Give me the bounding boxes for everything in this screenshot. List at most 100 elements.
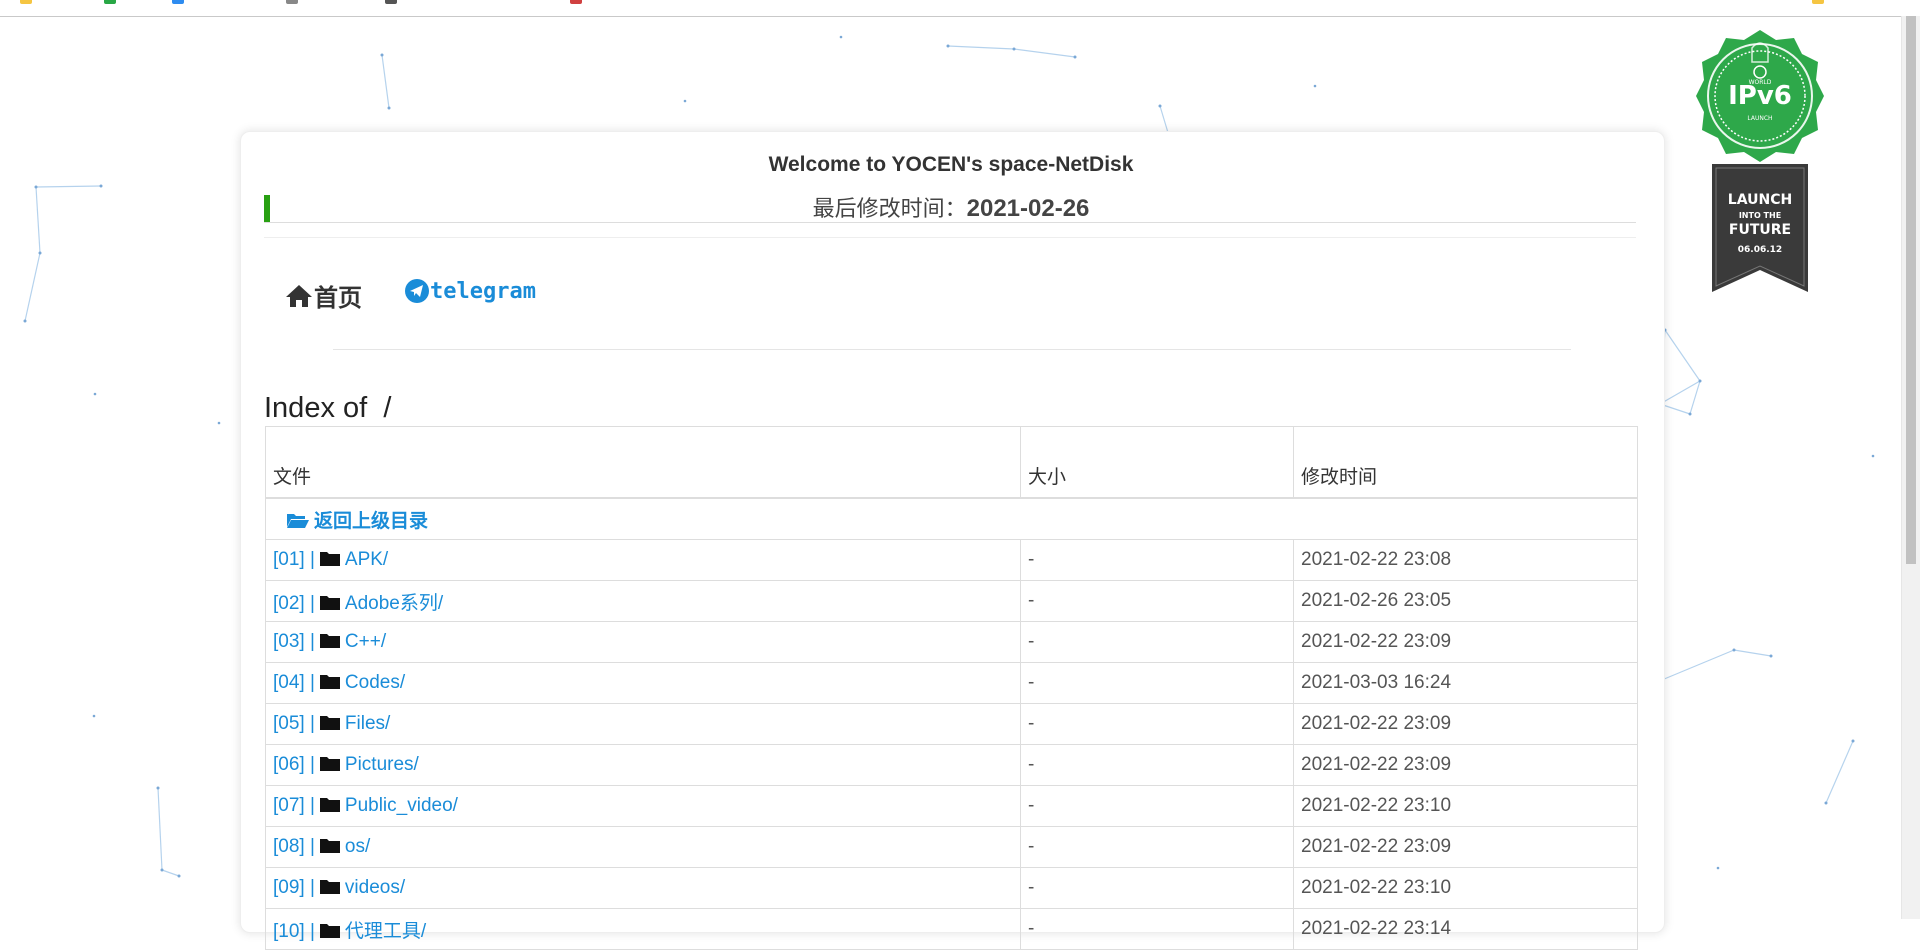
table-row[interactable]: [10] | 代理工具/ -2021-02-22 23:14 [265, 908, 1638, 950]
file-name: os/ [344, 836, 371, 857]
file-link[interactable]: [01] | APK/ [273, 549, 388, 570]
table-row[interactable]: [01] | APK/ -2021-02-22 23:08 [265, 539, 1638, 581]
file-name-cell[interactable]: [09] | videos/ [265, 867, 1021, 909]
last-modified-label: 最后修改时间： [812, 196, 967, 221]
folder-open-icon [287, 513, 309, 528]
parent-directory-label: 返回上级目录 [314, 510, 429, 532]
file-modified: 2021-02-22 23:10 [1293, 785, 1638, 827]
file-name: 代理工具/ [344, 920, 427, 942]
nav-telegram-link[interactable]: telegram [404, 278, 536, 304]
file-index: [03] | [273, 631, 315, 652]
nav-telegram-label: telegram [430, 278, 536, 304]
file-size: - [1020, 580, 1294, 622]
file-name: videos/ [344, 877, 406, 898]
file-modified: 2021-02-22 23:09 [1293, 744, 1638, 786]
file-size: - [1020, 539, 1294, 581]
file-size: - [1020, 867, 1294, 909]
home-icon [286, 284, 312, 307]
file-modified: 2021-02-22 23:14 [1293, 908, 1638, 950]
scrollbar-thumb[interactable] [1906, 16, 1916, 564]
folder-icon [319, 552, 340, 566]
file-modified: 2021-02-22 23:09 [1293, 621, 1638, 663]
table-header-row: 文件 大小 修改时间 [265, 426, 1638, 499]
file-index: [07] | [273, 795, 315, 816]
table-row[interactable]: [04] | Codes/ -2021-03-03 16:24 [265, 662, 1638, 704]
badge-top-text: WORLD [1749, 79, 1772, 86]
table-row[interactable]: [03] | C++/ -2021-02-22 23:09 [265, 621, 1638, 663]
column-header-file: 文件 [265, 426, 1021, 499]
file-link[interactable]: [03] | C++/ [273, 631, 386, 652]
file-name-cell[interactable]: [04] | Codes/ [265, 662, 1021, 704]
last-modified: 最后修改时间：2021-02-26 [264, 191, 1638, 223]
file-name-cell[interactable]: [05] | Files/ [265, 703, 1021, 745]
file-link[interactable]: [06] | Pictures/ [273, 754, 419, 775]
file-modified: 2021-02-22 23:09 [1293, 703, 1638, 745]
folder-icon [319, 757, 340, 771]
file-name-cell[interactable]: [01] | APK/ [265, 539, 1021, 581]
file-size: - [1020, 785, 1294, 827]
badge-ribbon-date: 06.06.12 [1738, 245, 1782, 255]
table-row[interactable]: [07] | Public_video/ -2021-02-22 23:10 [265, 785, 1638, 827]
parent-directory-link[interactable]: 返回上级目录 [265, 497, 1638, 540]
nav-divider [333, 349, 1571, 350]
table-row[interactable]: [02] | Adobe系列/ -2021-02-26 23:05 [265, 580, 1638, 622]
file-index: [06] | [273, 754, 315, 775]
file-size: - [1020, 621, 1294, 663]
file-link[interactable]: [08] | os/ [273, 836, 370, 857]
table-row[interactable]: [06] | Pictures/ -2021-02-22 23:09 [265, 744, 1638, 786]
index-title: Index of / [264, 392, 391, 425]
file-size: - [1020, 662, 1294, 704]
table-row[interactable]: [08] | os/ -2021-02-22 23:09 [265, 826, 1638, 868]
file-link[interactable]: [10] | 代理工具/ [273, 921, 426, 942]
badge-ribbon-line2: INTO THE [1739, 211, 1781, 220]
folder-icon [319, 675, 340, 689]
file-modified: 2021-03-03 16:24 [1293, 662, 1638, 704]
file-index: [08] | [273, 836, 315, 857]
file-link[interactable]: [02] | Adobe系列/ [273, 593, 443, 614]
telegram-icon [405, 279, 429, 303]
nav-home-link[interactable]: 首页 [284, 278, 362, 313]
header-divider [264, 237, 1636, 238]
table-row[interactable]: [09] | videos/ -2021-02-22 23:10 [265, 867, 1638, 909]
file-index: [09] | [273, 877, 315, 898]
folder-icon [319, 880, 340, 894]
file-name-cell[interactable]: [08] | os/ [265, 826, 1021, 868]
file-name-cell[interactable]: [07] | Public_video/ [265, 785, 1021, 827]
folder-icon [319, 798, 340, 812]
file-modified: 2021-02-22 23:10 [1293, 867, 1638, 909]
badge-ribbon-line1: LAUNCH [1728, 192, 1792, 208]
table-row[interactable]: [05] | Files/ -2021-02-22 23:09 [265, 703, 1638, 745]
page-header: Welcome to YOCEN's space-NetDisk 最后修改时间：… [264, 153, 1638, 227]
file-link[interactable]: [05] | Files/ [273, 713, 390, 734]
file-name: C++/ [344, 631, 387, 652]
file-index: [10] | [273, 920, 315, 942]
column-header-size: 大小 [1020, 426, 1294, 499]
folder-icon [319, 716, 340, 730]
file-index: [05] | [273, 713, 315, 734]
file-name: Adobe系列/ [344, 592, 444, 614]
accent-bar [264, 195, 270, 222]
file-link[interactable]: [07] | Public_video/ [273, 795, 458, 816]
file-size: - [1020, 826, 1294, 868]
file-name-cell[interactable]: [06] | Pictures/ [265, 744, 1021, 786]
file-name: Codes/ [344, 672, 406, 693]
file-index: [04] | [273, 672, 315, 693]
welcome-title: Welcome to YOCEN's space-NetDisk [768, 153, 1134, 176]
file-link[interactable]: [09] | videos/ [273, 877, 405, 898]
file-name: Files/ [344, 713, 391, 734]
parent-directory-row[interactable]: 返回上级目录 [265, 497, 1638, 540]
badge-ribbon-line3: FUTURE [1729, 222, 1791, 238]
file-name-cell[interactable]: [02] | Adobe系列/ [265, 580, 1021, 622]
file-name-cell[interactable]: [03] | C++/ [265, 621, 1021, 663]
file-table: 文件 大小 修改时间 返回上级目录 [01] | APK/-2021-02-22 … [265, 426, 1638, 950]
file-name: APK/ [344, 549, 389, 570]
index-label: Index of [264, 392, 368, 424]
file-name-cell[interactable]: [10] | 代理工具/ [265, 908, 1021, 950]
file-modified: 2021-02-26 23:05 [1293, 580, 1638, 622]
page-scrollbar[interactable] [1901, 16, 1920, 919]
column-header-modified: 修改时间 [1293, 426, 1638, 499]
file-link[interactable]: [04] | Codes/ [273, 672, 405, 693]
folder-icon [319, 839, 340, 853]
file-index: [02] | [273, 592, 315, 614]
file-size: - [1020, 908, 1294, 950]
